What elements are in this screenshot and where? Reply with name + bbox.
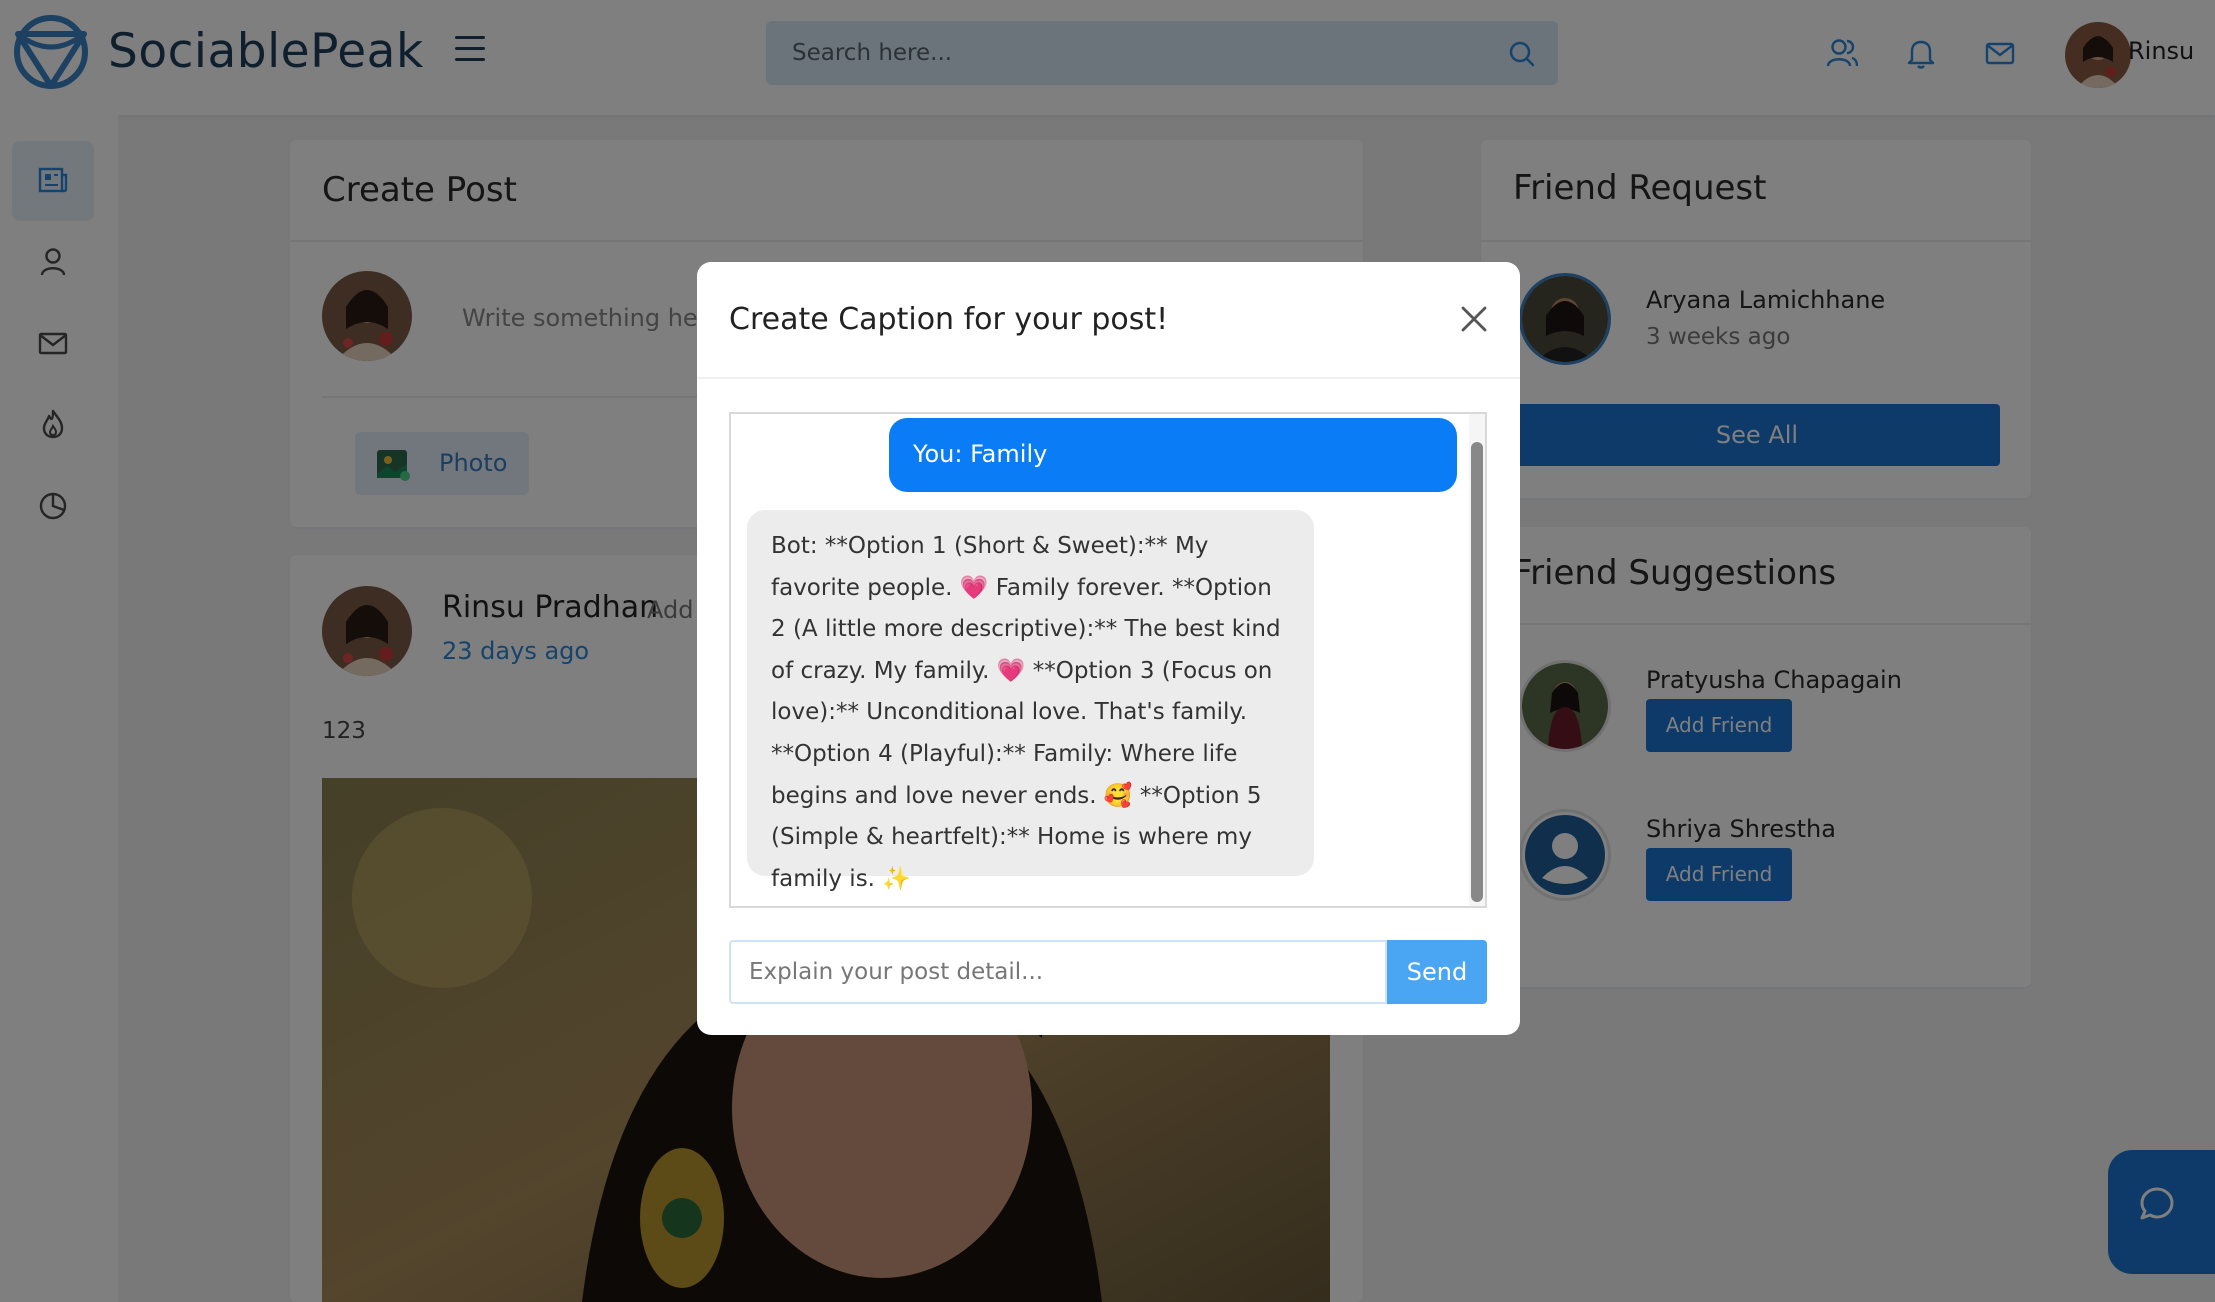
- caption-modal: Create Caption for your post! You: Famil…: [697, 262, 1520, 1035]
- close-icon[interactable]: [1459, 304, 1489, 334]
- chat-log[interactable]: You: Family Bot: **Option 1 (Short & Swe…: [729, 412, 1487, 908]
- modal-title: Create Caption for your post!: [729, 302, 1169, 337]
- user-message: You: Family: [889, 418, 1457, 492]
- scrollbar[interactable]: [1469, 414, 1485, 906]
- divider: [697, 377, 1520, 379]
- caption-input[interactable]: [729, 940, 1387, 1004]
- bot-message: Bot: **Option 1 (Short & Sweet):** My fa…: [747, 510, 1314, 892]
- scrollbar-thumb[interactable]: [1471, 442, 1483, 902]
- send-button[interactable]: Send: [1387, 940, 1487, 1004]
